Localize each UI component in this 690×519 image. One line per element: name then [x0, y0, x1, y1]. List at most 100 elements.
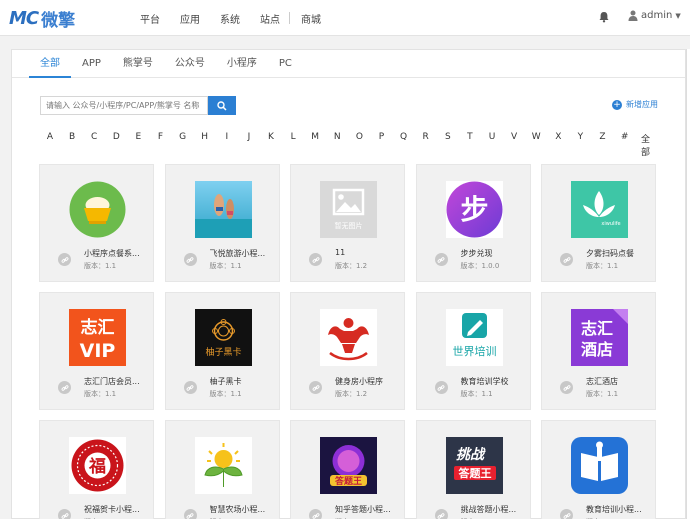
- letter-filter-j[interactable]: J: [248, 132, 251, 142]
- app-card[interactable]: 福祝福贺卡小程...版本：1.1: [39, 420, 154, 519]
- add-app-label: 新增应用: [626, 100, 658, 109]
- beach-photo-icon: [194, 181, 252, 238]
- app-name: 柚子黑卡: [209, 377, 242, 386]
- link-icon[interactable]: [309, 381, 322, 394]
- letter-filter-o[interactable]: O: [356, 132, 363, 142]
- letter-filter-all[interactable]: 全部: [641, 132, 656, 158]
- tab-mini-program[interactable]: 小程序: [216, 50, 268, 78]
- app-name: 挑战答题小程...: [460, 505, 517, 514]
- letter-filter-s[interactable]: S: [445, 132, 451, 142]
- letter-filter-g[interactable]: G: [179, 132, 186, 142]
- svg-text:柚子黑卡: 柚子黑卡: [205, 346, 241, 358]
- letter-filter-r[interactable]: R: [423, 132, 429, 142]
- nav-item-site[interactable]: 站点: [260, 11, 280, 26]
- app-card[interactable]: 暂无图片 11 版本：1.2: [290, 164, 405, 282]
- link-icon[interactable]: [560, 509, 573, 519]
- caret-down-icon: ▼: [675, 11, 681, 20]
- nav-item-platform[interactable]: 平台: [140, 11, 160, 26]
- letter-filter-f[interactable]: F: [158, 132, 163, 142]
- app-card[interactable]: 小程序点餐系... 版本：1.1: [39, 164, 154, 282]
- nav-divider: [289, 12, 290, 24]
- letter-filter-hash[interactable]: #: [621, 132, 629, 142]
- svg-text:酒店: 酒店: [581, 340, 613, 359]
- search-bar: [40, 96, 236, 115]
- app-version: 版本：1.1: [84, 390, 117, 398]
- letter-filter-d[interactable]: D: [113, 132, 120, 142]
- app-card[interactable]: 健身房小程序 版本：1.2: [290, 292, 405, 410]
- paper-cut-fu-icon: 福: [69, 437, 126, 494]
- app-name: 智慧农场小程...: [209, 505, 266, 514]
- plus-icon: +: [612, 99, 622, 110]
- app-card[interactable]: 飞悦旅游小程... 版本：1.1: [164, 164, 280, 282]
- app-card[interactable]: 答题王知乎答题小程...版本：1.1: [290, 420, 405, 519]
- svg-text:xiwulife: xiwulife: [601, 221, 620, 227]
- link-icon[interactable]: [560, 253, 573, 266]
- logo[interactable]: MC 微擎: [9, 7, 75, 31]
- letter-filter-z[interactable]: Z: [599, 132, 605, 142]
- letter-filter-b[interactable]: B: [69, 132, 75, 142]
- app-card[interactable]: 挑战答题王挑战答题小程...版本：1.1: [415, 420, 531, 519]
- letter-filter-e[interactable]: E: [136, 132, 142, 142]
- app-name: 教育培训学校: [460, 377, 509, 386]
- letter-filter-h[interactable]: H: [201, 132, 208, 142]
- app-card[interactable]: 世界培训 教育培训学校 版本：1.1: [415, 292, 531, 410]
- link-icon[interactable]: [183, 381, 197, 394]
- tab-xiongzhang[interactable]: 熊掌号: [112, 50, 164, 78]
- letter-filter-w[interactable]: W: [532, 132, 541, 142]
- link-icon[interactable]: [183, 253, 197, 266]
- app-name: 小程序点餐系...: [84, 249, 140, 258]
- app-card[interactable]: 步步步兑现 版本：1.0.0: [415, 164, 531, 282]
- letter-filter-m[interactable]: M: [311, 132, 319, 142]
- nav-item-apps[interactable]: 应用: [180, 11, 200, 26]
- svg-text:答题王: 答题王: [458, 466, 491, 480]
- letter-filter-a[interactable]: A: [47, 132, 53, 142]
- letter-filter-c[interactable]: C: [91, 132, 97, 142]
- tab-pc[interactable]: PC: [268, 50, 303, 78]
- link-icon[interactable]: [309, 253, 322, 266]
- nav-item-store[interactable]: 商城: [301, 11, 321, 26]
- link-icon[interactable]: [434, 253, 448, 266]
- no-image-placeholder-icon: 暂无图片: [320, 181, 377, 238]
- zhihui-hotel-icon: 志汇 酒店: [571, 309, 628, 366]
- tab-all[interactable]: 全部: [29, 50, 71, 78]
- type-tabs: 全部 APP 熊掌号 公众号 小程序 PC: [12, 50, 685, 78]
- letter-filter-t[interactable]: T: [467, 132, 473, 142]
- app-name: 夕雾扫码点餐: [586, 249, 634, 258]
- link-icon[interactable]: [58, 381, 71, 394]
- link-icon[interactable]: [434, 381, 448, 394]
- app-name: 健身房小程序: [335, 377, 383, 386]
- link-icon[interactable]: [58, 509, 71, 519]
- letter-filter-i[interactable]: I: [225, 132, 228, 142]
- bell-icon[interactable]: [598, 11, 610, 23]
- link-icon[interactable]: [309, 509, 322, 519]
- link-icon[interactable]: [183, 509, 197, 519]
- app-card[interactable]: 志汇 酒店 志汇酒店 版本：1.1: [541, 292, 656, 410]
- svg-text:答题王: 答题王: [334, 475, 362, 487]
- app-name: 志汇酒店: [586, 377, 618, 386]
- user-menu[interactable]: admin ▼: [628, 10, 681, 21]
- app-version: 版本：1.1: [586, 262, 619, 270]
- search-button[interactable]: [208, 96, 236, 115]
- app-card[interactable]: 教育培训小程...版本：1.1: [541, 420, 656, 519]
- letter-filter-y[interactable]: Y: [578, 132, 584, 142]
- app-card[interactable]: xiwulife 夕雾扫码点餐 版本：1.1: [541, 164, 656, 282]
- letter-filter-u[interactable]: U: [489, 132, 496, 142]
- letter-filter-q[interactable]: Q: [400, 132, 407, 142]
- link-icon[interactable]: [560, 381, 573, 394]
- tab-app[interactable]: APP: [71, 50, 112, 78]
- letter-filter-p[interactable]: P: [379, 132, 384, 142]
- app-card[interactable]: 智慧农场小程...版本：1.1: [164, 420, 280, 519]
- search-input[interactable]: [40, 96, 208, 115]
- letter-filter-l[interactable]: L: [291, 132, 296, 142]
- letter-filter-n[interactable]: N: [334, 132, 341, 142]
- letter-filter-x[interactable]: X: [555, 132, 561, 142]
- add-app-button[interactable]: + 新增应用: [612, 99, 658, 110]
- app-card[interactable]: 柚子黑卡 柚子黑卡 版本：1.1: [164, 292, 280, 410]
- letter-filter-k[interactable]: K: [268, 132, 274, 142]
- nav-item-system[interactable]: 系统: [220, 11, 240, 26]
- tab-official-account[interactable]: 公众号: [164, 50, 216, 78]
- link-icon[interactable]: [434, 509, 448, 519]
- letter-filter-v[interactable]: V: [511, 132, 517, 142]
- link-icon[interactable]: [58, 253, 71, 266]
- app-card[interactable]: 志汇 VIP 志汇门店会员... 版本：1.1: [39, 292, 154, 410]
